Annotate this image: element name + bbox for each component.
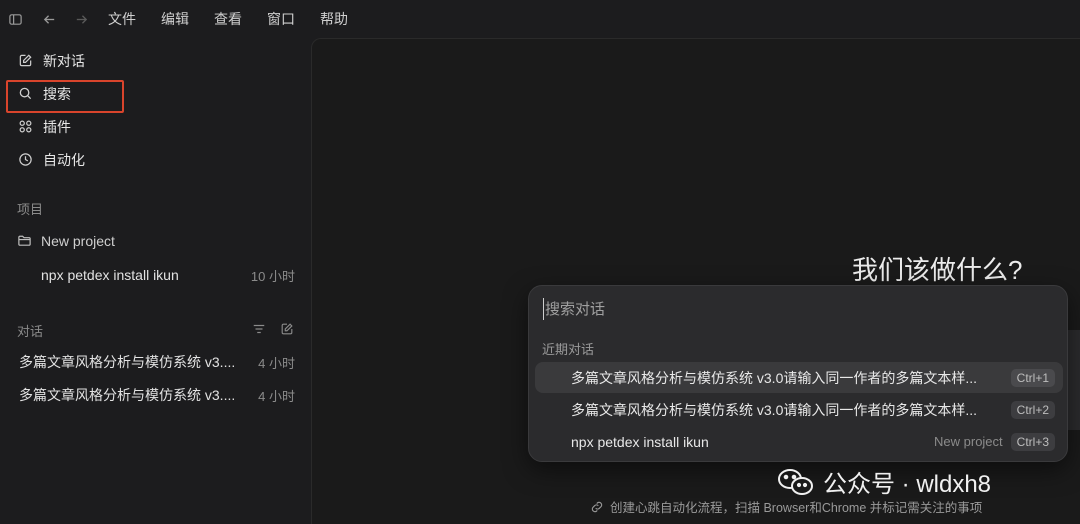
conversation-title: 多篇文章风格分析与模仿系统 v3.... [19, 354, 236, 370]
search-palette: 近期对话 多篇文章风格分析与模仿系统 v3.0请输入同一作者的多篇文本样... … [528, 285, 1068, 462]
menu-edit[interactable]: 编辑 [161, 9, 189, 29]
sidebar-toggle-icon[interactable] [4, 8, 26, 30]
background-card-edge [1068, 330, 1080, 430]
title-bar: 文件 编辑 查看 窗口 帮助 [0, 0, 1080, 38]
plugins-icon [18, 119, 34, 135]
palette-result-item[interactable]: 多篇文章风格分析与模仿系统 v3.0请输入同一作者的多篇文本样... Ctrl+… [535, 362, 1063, 393]
palette-result-project: New project [934, 434, 1003, 449]
automation-suggestion-text: 创建心跳自动化流程，扫描 Browser和Chrome 并标记需关注的事项 [610, 501, 983, 515]
project-folder-label: New project [41, 233, 115, 249]
automation-suggestion[interactable]: 创建心跳自动化流程，扫描 Browser和Chrome 并标记需关注的事项 [590, 497, 982, 516]
project-chat-title: npx petdex install ikun [41, 267, 179, 283]
shortcut-badge: Ctrl+2 [1010, 400, 1055, 419]
link-icon [590, 500, 604, 514]
shortcut-badge: Ctrl+1 [1010, 368, 1055, 387]
search-conversations-input[interactable] [543, 298, 1043, 320]
plugins-label: 插件 [43, 119, 71, 135]
palette-result-title: 多篇文章风格分析与模仿系统 v3.0请输入同一作者的多篇文本样... [571, 369, 978, 386]
automation-label: 自动化 [43, 152, 85, 168]
new-chat-button[interactable]: 新对话 [8, 46, 303, 76]
back-arrow-icon[interactable] [38, 8, 60, 30]
conversation-item[interactable]: 多篇文章风格分析与模仿系统 v3.... 4 小时 [8, 347, 303, 377]
plugins-button[interactable]: 插件 [8, 112, 303, 142]
menu-view[interactable]: 查看 [214, 9, 242, 29]
shortcut-badge: Ctrl+3 [1010, 432, 1055, 451]
new-chat-label: 新对话 [43, 53, 85, 69]
automation-button[interactable]: 自动化 [8, 145, 303, 175]
wechat-watermark: 公众号 · wldxh8 [775, 464, 991, 499]
menu-window[interactable]: 窗口 [267, 9, 295, 29]
conversation-time: 4 小时 [258, 355, 295, 371]
watermark-text: 公众号 · wldxh8 [823, 471, 992, 498]
menu-help[interactable]: 帮助 [320, 9, 348, 29]
folder-icon [17, 233, 33, 249]
sidebar: 新对话 搜索 插件 自动化 项目 New project npx petdex … [0, 38, 311, 524]
conversation-item[interactable]: 多篇文章风格分析与模仿系统 v3.... 4 小时 [8, 380, 303, 410]
forward-arrow-icon[interactable] [70, 8, 92, 30]
projects-section-label: 项目 [17, 202, 44, 217]
palette-result-item[interactable]: npx petdex install ikun New project Ctrl… [535, 426, 1063, 457]
recent-conversations-label: 近期对话 [542, 342, 595, 357]
palette-result-item[interactable]: 多篇文章风格分析与模仿系统 v3.0请输入同一作者的多篇文本样... Ctrl+… [535, 394, 1063, 425]
menu-file[interactable]: 文件 [108, 9, 136, 29]
menu-bar: 文件 编辑 查看 窗口 帮助 [108, 9, 373, 29]
conversation-title: 多篇文章风格分析与模仿系统 v3.... [19, 387, 236, 403]
palette-result-title: 多篇文章风格分析与模仿系统 v3.0请输入同一作者的多篇文本样... [571, 401, 978, 418]
new-conversation-icon[interactable] [280, 322, 294, 336]
filter-icon[interactable] [252, 322, 266, 336]
conversation-tools [252, 322, 294, 336]
conversations-section-label: 对话 [17, 324, 44, 339]
search-highlight-box [6, 80, 124, 113]
clock-icon [18, 152, 34, 168]
conversation-time: 4 小时 [258, 388, 295, 404]
project-folder-new-project[interactable]: New project [8, 226, 303, 256]
project-chat-item[interactable]: npx petdex install ikun 10 小时 [8, 260, 303, 290]
edit-icon [18, 53, 34, 69]
project-chat-time: 10 小时 [250, 268, 295, 284]
palette-result-title: npx petdex install ikun [571, 433, 709, 450]
wechat-logo-icon [775, 466, 815, 498]
page-headline: 我们该做什么? [852, 255, 1023, 285]
